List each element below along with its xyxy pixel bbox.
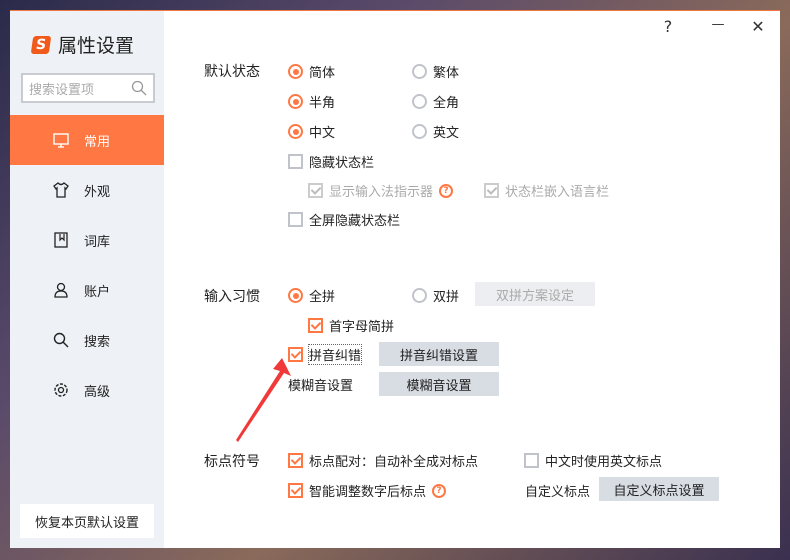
radio-chinese[interactable]: 中文 — [288, 122, 335, 141]
search-placeholder: 搜索设置项 — [29, 82, 95, 98]
radio-english[interactable]: 英文 — [412, 122, 459, 141]
sidebar-item-label: 词库 — [84, 234, 111, 250]
help-icon[interactable]: ? — [439, 183, 454, 198]
checkbox-pinyin-correction[interactable]: 拼音纠错 — [288, 344, 363, 365]
custom-punct-settings-button[interactable]: 自定义标点设置 — [599, 477, 719, 501]
sidebar-item-general[interactable]: 常用 — [10, 115, 164, 165]
checkbox-initials[interactable]: 首字母简拼 — [308, 316, 394, 335]
sidebar: S 属性设置 搜索设置项 常用 外观 词库 账户 搜索 高级 恢复本页默认设置 — [10, 11, 164, 548]
book-icon — [54, 232, 68, 248]
settings-panel: 默认状态 简体 繁体 半角 全角 中文 英文 隐藏状态栏 显示输入法指示器? 状… — [164, 11, 780, 548]
checkbox-show-indicator[interactable]: 显示输入法指示器? — [308, 181, 454, 200]
window-title: 属性设置 — [58, 35, 135, 57]
label: 半角 — [309, 96, 336, 111]
label: 标点配对：自动补全成对标点 — [309, 455, 479, 470]
label: 拼音纠错 — [307, 344, 363, 365]
label: 全拼 — [309, 290, 336, 305]
user-icon — [54, 282, 68, 298]
label: 模糊音设置 — [288, 379, 354, 394]
sidebar-item-dictionary[interactable]: 词库 — [10, 215, 164, 265]
radio-checked[interactable] — [288, 124, 303, 139]
custom-punct-label: 自定义标点 — [525, 481, 590, 500]
radio-shuangpin[interactable]: 双拼 — [412, 286, 459, 305]
label: 中文 — [309, 126, 336, 141]
help-icon[interactable]: ? — [432, 483, 447, 498]
search-icon — [53, 332, 69, 348]
label: 繁体 — [433, 66, 460, 81]
checkbox[interactable] — [288, 453, 303, 468]
fuzzy-label: 模糊音设置 — [288, 375, 353, 394]
label: 显示输入法指示器 — [329, 185, 434, 200]
checkbox[interactable] — [484, 183, 499, 198]
radio-unchecked[interactable] — [412, 124, 427, 139]
checkbox[interactable] — [288, 483, 303, 498]
checkbox-fullscreen-hide[interactable]: 全屏隐藏状态栏 — [288, 210, 400, 229]
checkbox[interactable] — [308, 318, 323, 333]
label: 全屏隐藏状态栏 — [309, 214, 401, 229]
fuzzy-settings-button[interactable]: 模糊音设置 — [379, 372, 499, 396]
radio-quanpin[interactable]: 全拼 — [288, 286, 335, 305]
radio-unchecked[interactable] — [412, 94, 427, 109]
radio-checked[interactable] — [288, 64, 303, 79]
checkbox-punct-pairing[interactable]: 标点配对：自动补全成对标点 — [288, 451, 478, 470]
sidebar-item-label: 账户 — [84, 284, 111, 300]
label: 简体 — [309, 66, 336, 81]
shuangpin-scheme-button[interactable]: 双拼方案设定 — [475, 282, 595, 306]
section-punctuation: 标点符号 — [204, 454, 260, 470]
checkbox-hide-status-bar[interactable]: 隐藏状态栏 — [288, 152, 374, 171]
radio-checked[interactable] — [288, 288, 303, 303]
sidebar-item-label: 高级 — [84, 384, 111, 400]
checkbox-english-punct[interactable]: 中文时使用英文标点 — [524, 451, 662, 470]
sidebar-item-label: 常用 — [84, 134, 111, 150]
label: 中文时使用英文标点 — [545, 455, 663, 470]
sidebar-item-account[interactable]: 账户 — [10, 265, 164, 315]
radio-half-width[interactable]: 半角 — [288, 92, 335, 111]
settings-window: S 属性设置 搜索设置项 常用 外观 词库 账户 搜索 高级 恢复本页默认设置 ?… — [10, 10, 780, 548]
sidebar-item-label: 搜索 — [84, 334, 111, 350]
radio-traditional[interactable]: 繁体 — [412, 62, 459, 81]
checkbox-embed-language-bar[interactable]: 状态栏嵌入语言栏 — [484, 181, 609, 200]
pinyin-correction-settings-button[interactable]: 拼音纠错设置 — [379, 342, 499, 366]
radio-checked[interactable] — [288, 94, 303, 109]
checkbox[interactable] — [524, 453, 539, 468]
checkbox[interactable] — [308, 183, 323, 198]
label: 自定义标点 — [525, 485, 591, 500]
sidebar-item-label: 外观 — [84, 184, 111, 200]
checkbox[interactable] — [288, 154, 303, 169]
label: 双拼 — [433, 290, 460, 305]
sidebar-item-appearance[interactable]: 外观 — [10, 165, 164, 215]
sidebar-item-advanced[interactable]: 高级 — [10, 365, 164, 415]
label: 隐藏状态栏 — [309, 156, 375, 171]
label: 首字母简拼 — [329, 320, 395, 335]
monitor-icon — [53, 133, 69, 148]
label: 智能调整数字后标点 — [309, 485, 427, 500]
section-default-state: 默认状态 — [204, 64, 260, 80]
label: 全角 — [433, 96, 460, 111]
annotation-arrow-icon — [236, 358, 291, 442]
label: 英文 — [433, 126, 460, 141]
gear-icon — [54, 383, 68, 397]
checkbox[interactable] — [288, 212, 303, 227]
search-icon[interactable] — [131, 80, 147, 96]
radio-full-width[interactable]: 全角 — [412, 92, 459, 111]
radio-unchecked[interactable] — [412, 288, 427, 303]
radio-simplified[interactable]: 简体 — [288, 62, 335, 81]
radio-unchecked[interactable] — [412, 64, 427, 79]
sidebar-item-search[interactable]: 搜索 — [10, 315, 164, 365]
label: 状态栏嵌入语言栏 — [505, 185, 610, 200]
search-input[interactable]: 搜索设置项 — [21, 73, 155, 103]
checkbox-smart-adjust[interactable]: 智能调整数字后标点? — [288, 481, 447, 500]
app-logo: S 属性设置 — [30, 31, 135, 58]
shirt-icon — [53, 182, 69, 198]
sogou-logo-icon: S — [30, 35, 52, 54]
reset-defaults-button[interactable]: 恢复本页默认设置 — [20, 504, 154, 538]
section-input-habit: 输入习惯 — [204, 289, 260, 305]
